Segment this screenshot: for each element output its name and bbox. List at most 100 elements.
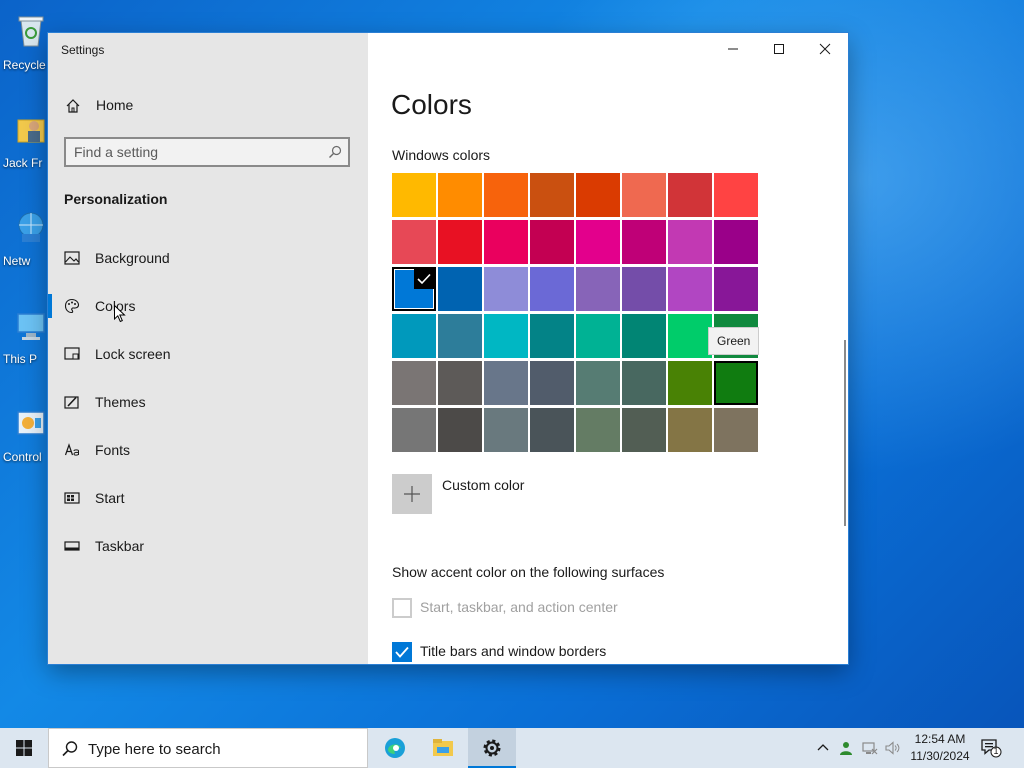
color-swatch[interactable] [438, 361, 482, 405]
color-swatch[interactable] [576, 361, 620, 405]
user-folder-icon [17, 119, 45, 143]
taskbar-search[interactable] [48, 728, 368, 768]
color-swatch[interactable] [438, 173, 482, 217]
color-swatch[interactable] [576, 173, 620, 217]
vertical-scrollbar[interactable] [844, 340, 846, 526]
edge-icon [385, 738, 405, 758]
checkbox-start-taskbar-box[interactable] [392, 598, 412, 618]
color-swatch[interactable] [714, 408, 758, 452]
sidebar-item-taskbar[interactable]: Taskbar [48, 526, 368, 566]
color-swatch[interactable] [392, 361, 436, 405]
color-swatch[interactable] [530, 173, 574, 217]
sidebar-item-start[interactable]: Start [48, 478, 368, 518]
font-icon [64, 443, 79, 456]
sidebar-item-themes[interactable]: Themes [48, 382, 368, 422]
taskbar-app-settings[interactable] [468, 728, 516, 768]
color-swatch[interactable] [622, 361, 666, 405]
sidebar-item-label: Taskbar [95, 538, 145, 554]
color-swatch[interactable] [392, 267, 436, 311]
color-swatch[interactable] [668, 408, 712, 452]
color-swatch[interactable] [668, 267, 712, 311]
color-swatch[interactable] [484, 267, 528, 311]
sidebar-item-fonts[interactable]: Fonts [48, 430, 368, 470]
color-swatch[interactable] [484, 361, 528, 405]
sidebar-item-lock-screen[interactable]: Lock screen [48, 334, 368, 374]
color-swatch[interactable] [668, 314, 712, 358]
color-swatch[interactable] [530, 220, 574, 264]
color-swatch[interactable] [392, 408, 436, 452]
color-swatch[interactable] [484, 408, 528, 452]
network-globe-icon [18, 212, 44, 242]
taskbar-app-edge[interactable] [371, 728, 419, 768]
color-swatch[interactable] [668, 361, 712, 405]
color-swatch[interactable] [622, 220, 666, 264]
action-center-button[interactable]: 1 [980, 738, 1002, 758]
notification-count: 1 [993, 746, 999, 756]
active-indicator [48, 294, 52, 318]
color-swatch[interactable] [576, 220, 620, 264]
color-swatch[interactable] [530, 267, 574, 311]
color-swatch[interactable] [576, 408, 620, 452]
desktop-icon-network[interactable]: Netw [0, 202, 50, 274]
find-setting-input[interactable] [74, 143, 314, 161]
sidebar-item-background[interactable]: Background [48, 238, 368, 278]
color-swatch-grid [392, 173, 760, 455]
color-swatch[interactable] [530, 314, 574, 358]
color-swatch[interactable] [530, 361, 574, 405]
color-swatch[interactable] [576, 267, 620, 311]
color-swatch[interactable] [392, 220, 436, 264]
start-button[interactable] [0, 728, 48, 768]
checkmark-icon [395, 646, 409, 658]
desktop-icon-user-folder[interactable]: Jack Fr [0, 104, 50, 176]
people-icon[interactable] [838, 740, 854, 756]
surfaces-heading: Show accent color on the following surfa… [392, 564, 665, 580]
color-swatch[interactable] [484, 314, 528, 358]
chevron-up-icon[interactable] [815, 740, 831, 756]
color-swatch[interactable] [622, 267, 666, 311]
windows-logo-icon [16, 740, 32, 756]
window-title: Settings [61, 43, 105, 57]
sidebar-item-label: Fonts [95, 442, 131, 458]
color-swatch[interactable] [438, 314, 482, 358]
find-setting-search[interactable] [64, 137, 350, 167]
taskbar-clock[interactable]: 12:54 AM 11/30/2024 [904, 731, 976, 765]
desktop-icon-recycle-bin[interactable]: Recycle [0, 6, 50, 78]
desktop-icon-label: This P [3, 352, 38, 366]
color-swatch[interactable] [714, 173, 758, 217]
settings-sidebar: Settings Home Personalization Background [48, 33, 368, 664]
color-swatch[interactable] [484, 173, 528, 217]
color-swatch[interactable] [438, 220, 482, 264]
color-swatch[interactable] [622, 408, 666, 452]
volume-icon[interactable] [885, 740, 901, 756]
color-swatch[interactable] [622, 173, 666, 217]
mouse-cursor-icon [114, 305, 126, 323]
color-swatch[interactable] [622, 314, 666, 358]
custom-color-button[interactable] [392, 474, 432, 514]
nav-home[interactable]: Home [48, 91, 368, 121]
color-swatch[interactable] [438, 408, 482, 452]
color-swatch[interactable] [530, 408, 574, 452]
color-swatch[interactable] [576, 314, 620, 358]
search-icon[interactable] [328, 145, 342, 159]
taskbar-search-input[interactable] [88, 740, 348, 758]
color-swatch[interactable] [438, 267, 482, 311]
color-swatch[interactable] [714, 361, 758, 405]
color-swatch[interactable] [392, 173, 436, 217]
custom-color-label[interactable]: Custom color [442, 477, 524, 493]
desktop-icon-this-pc[interactable]: This P [0, 300, 50, 372]
color-swatch[interactable] [668, 173, 712, 217]
nav-home-label: Home [96, 97, 134, 113]
checkbox-title-bars-box[interactable] [392, 642, 412, 662]
network-icon[interactable] [862, 740, 878, 756]
picture-icon [64, 251, 80, 265]
color-swatch[interactable] [392, 314, 436, 358]
desktop-icon-control-panel[interactable]: Control [0, 398, 50, 470]
sidebar-item-label: Lock screen [95, 346, 171, 362]
sidebar-item-colors[interactable]: Colors [48, 286, 368, 326]
start-icon [64, 492, 80, 504]
color-swatch[interactable] [484, 220, 528, 264]
taskbar-app-file-explorer[interactable] [419, 728, 467, 768]
color-swatch[interactable] [714, 220, 758, 264]
color-swatch[interactable] [714, 267, 758, 311]
color-swatch[interactable] [668, 220, 712, 264]
